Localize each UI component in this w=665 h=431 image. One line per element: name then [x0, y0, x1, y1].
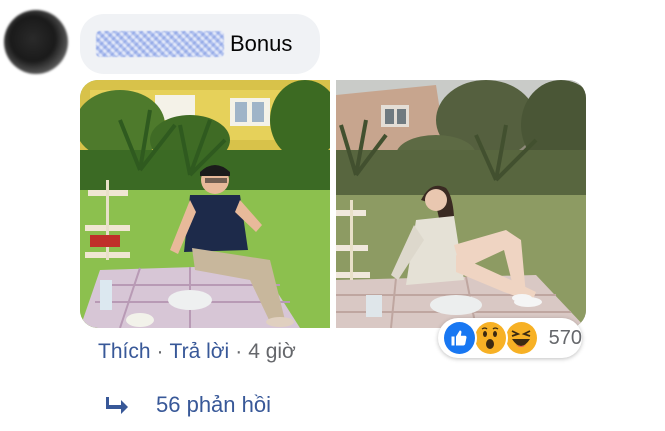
wow-icon	[472, 320, 508, 356]
comment-actions: Thích · Trả lời · 4 giờ	[98, 340, 296, 364]
reactions-summary[interactable]: 570	[438, 318, 582, 358]
comment-bubble: Bonus	[80, 14, 320, 74]
photo-right[interactable]	[336, 80, 586, 328]
photo-attachment[interactable]	[80, 80, 586, 328]
view-replies-link[interactable]: 56 phản hồi	[106, 392, 271, 418]
like-link[interactable]: Thích	[98, 340, 151, 364]
comment-text: Bonus	[230, 31, 293, 56]
separator: ·	[235, 340, 243, 363]
timestamp[interactable]: 4 giờ	[248, 340, 296, 364]
reaction-count: 570	[548, 326, 582, 349]
reply-link[interactable]: Trả lời	[170, 340, 230, 364]
reply-arrow-icon	[106, 397, 128, 414]
photo-left[interactable]	[80, 80, 330, 328]
like-icon	[442, 320, 477, 356]
haha-icon	[503, 320, 539, 356]
replies-count-label: 56 phản hồi	[156, 392, 271, 417]
avatar[interactable]	[4, 10, 68, 74]
commenter-name-blurred[interactable]	[96, 31, 224, 57]
separator: ·	[156, 340, 164, 363]
